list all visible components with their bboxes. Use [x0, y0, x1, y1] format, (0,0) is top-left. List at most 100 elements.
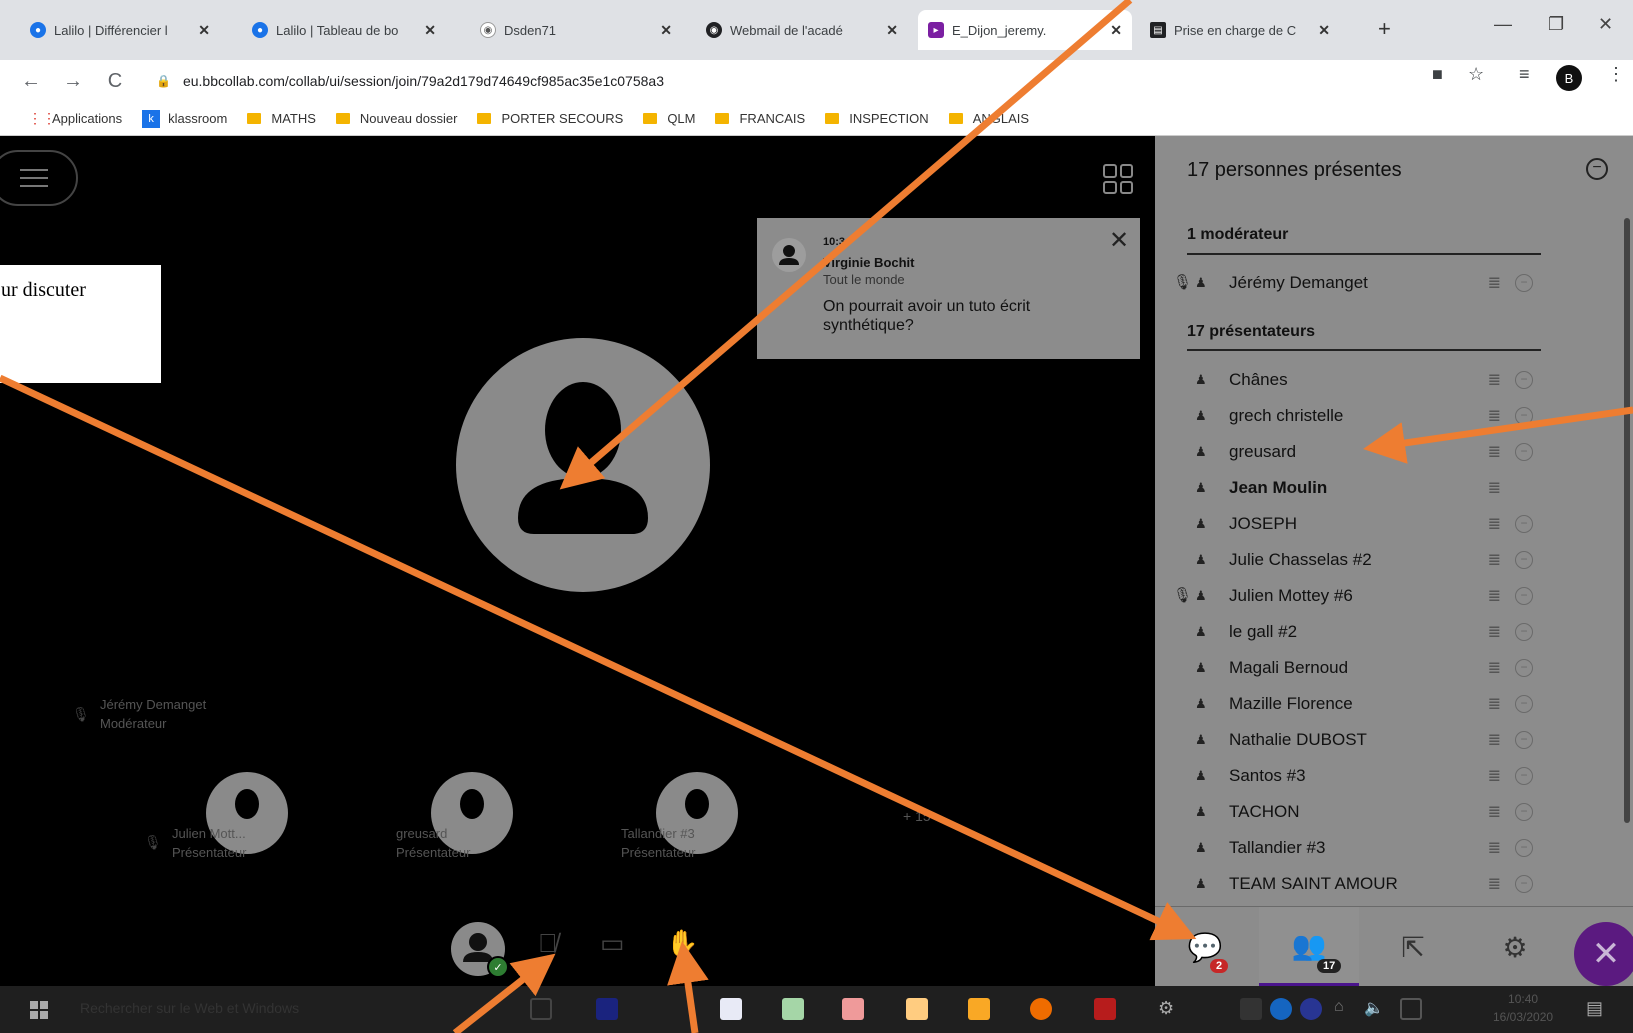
participant-options-icon[interactable]: ≣ [1488, 478, 1501, 498]
participant-options-icon[interactable]: ≣ [1488, 514, 1501, 534]
remove-participant-icon[interactable]: − [1515, 695, 1533, 713]
forward-icon[interactable]: → [62, 70, 84, 93]
participant-row[interactable]: ♟ Jérémy Demanget ≣ − [1185, 267, 1543, 299]
participant-row[interactable]: ♟ Magali Bernoud ≣ − [1185, 652, 1543, 684]
word-document-icon[interactable] [720, 998, 742, 1020]
close-panel-button[interactable]: ✕ [1574, 922, 1633, 986]
bookmark-folder-qlm[interactable]: QLM [643, 111, 695, 126]
participant-options-icon[interactable]: ≣ [1488, 802, 1501, 822]
volume-icon[interactable]: 🔈 [1364, 998, 1386, 1020]
participant-options-icon[interactable]: ≣ [1488, 730, 1501, 750]
remove-participant-icon[interactable]: − [1515, 875, 1533, 893]
remove-participant-icon[interactable]: − [1515, 407, 1533, 425]
remove-participant-icon[interactable]: − [1515, 587, 1533, 605]
tab-share-content[interactable]: ⇱ [1363, 907, 1463, 987]
tray-icon[interactable] [1300, 998, 1322, 1020]
chrome-icon[interactable] [1030, 998, 1052, 1020]
chat-notification[interactable]: 10:3 Virginie Bochit Tout le monde On po… [757, 218, 1140, 359]
bookmark-folder-inspection[interactable]: INSPECTION [825, 111, 929, 126]
participant-row[interactable]: ♟ Chânes ≣ − [1185, 364, 1543, 396]
participant-options-icon[interactable]: ≣ [1488, 658, 1501, 678]
bookmark-folder-porter-secours[interactable]: PORTER SECOURS [477, 111, 623, 126]
session-menu-button[interactable] [0, 150, 78, 206]
close-icon[interactable]: ✕ [1110, 22, 1122, 39]
collapse-icon[interactable]: − [1586, 158, 1608, 180]
participant-row[interactable]: ♟ TACHON ≣ − [1185, 796, 1543, 828]
remove-participant-icon[interactable]: − [1515, 274, 1533, 292]
back-icon[interactable]: ← [20, 70, 42, 93]
browser-tab[interactable]: ▤ Prise en charge de C ✕ [1140, 10, 1340, 50]
participant-options-icon[interactable]: ≣ [1488, 874, 1501, 894]
window-close-icon[interactable]: ✕ [1598, 14, 1613, 35]
participant-row[interactable]: ♟ grech christelle ≣ − [1185, 400, 1543, 432]
close-icon[interactable]: ✕ [1109, 226, 1129, 255]
file-explorer-icon[interactable] [968, 998, 990, 1020]
profile-avatar[interactable]: B [1556, 65, 1582, 91]
participant-row[interactable]: ♟ TEAM SAINT AMOUR ≣ − [1185, 868, 1543, 900]
bookmark-klassroom[interactable]: k klassroom [142, 109, 227, 128]
participant-row[interactable]: ♟ Julie Chasselas #2 ≣ − [1185, 544, 1543, 576]
participant-options-icon[interactable]: ≣ [1488, 442, 1501, 462]
grid-view-icon[interactable] [1103, 164, 1133, 194]
bookmark-folder-nouveau-dossier[interactable]: Nouveau dossier [335, 111, 457, 126]
new-tab-icon[interactable]: + [1378, 16, 1391, 42]
participant-options-icon[interactable]: ≣ [1488, 586, 1501, 606]
remove-participant-icon[interactable]: − [1515, 515, 1533, 533]
close-icon[interactable]: ✕ [1318, 22, 1330, 39]
bookmark-applications[interactable]: ⋮⋮ Applications [28, 111, 122, 127]
remove-participant-icon[interactable]: − [1515, 551, 1533, 569]
reload-icon[interactable]: C [104, 70, 126, 93]
url-field[interactable]: 🔒 eu.bbcollab.com/collab/ui/session/join… [156, 66, 1386, 96]
task-view-icon[interactable] [530, 998, 552, 1020]
bookmark-folder-maths[interactable]: MATHS [247, 111, 316, 126]
tab-participants[interactable]: 👥 17 [1259, 907, 1359, 987]
participant-row[interactable]: ♟ Mazille Florence ≣ − [1185, 688, 1543, 720]
tab-chat[interactable]: 💬 2 [1155, 907, 1255, 987]
participant-options-icon[interactable]: ≣ [1488, 694, 1501, 714]
network-icon[interactable]: ⌂ [1334, 998, 1356, 1020]
remove-participant-icon[interactable]: − [1515, 443, 1533, 461]
remove-participant-icon[interactable]: − [1515, 371, 1533, 389]
panel-scrollbar[interactable] [1624, 218, 1630, 823]
media-queue-icon[interactable]: ≡ [1519, 64, 1530, 85]
remove-participant-icon[interactable]: − [1515, 659, 1533, 677]
participant-row[interactable]: ♟ le gall #2 ≣ − [1185, 616, 1543, 648]
browser-tab[interactable]: ● Lalilo | Différencier l ✕ [20, 10, 220, 50]
participant-options-icon[interactable]: ≣ [1488, 622, 1501, 642]
tray-icon[interactable] [1240, 998, 1262, 1020]
system-clock[interactable]: 10:40 16/03/2020 [1493, 990, 1553, 1026]
app-icon[interactable] [906, 998, 928, 1020]
close-icon[interactable]: ✕ [424, 22, 436, 39]
app-icon[interactable] [596, 998, 618, 1020]
more-participants-count[interactable]: + 15 [903, 808, 931, 824]
raise-hand-icon[interactable]: ✋ [666, 928, 698, 959]
participant-options-icon[interactable]: ≣ [1488, 370, 1501, 390]
restore-icon[interactable]: ❐ [1548, 14, 1564, 35]
keyboard-icon[interactable] [1400, 998, 1422, 1020]
participant-options-icon[interactable]: ≣ [1488, 406, 1501, 426]
participant-row[interactable]: ♟ Tallandier #3 ≣ − [1185, 832, 1543, 864]
remove-participant-icon[interactable]: − [1515, 803, 1533, 821]
tab-settings[interactable]: ⚙ [1465, 907, 1565, 987]
taskbar-search[interactable]: Rechercher sur le Web et Windows [80, 1000, 299, 1016]
app-icon[interactable] [1094, 998, 1116, 1020]
microphone-off-icon[interactable]: 🎙̸ [538, 928, 558, 959]
participant-options-icon[interactable]: ≣ [1488, 838, 1501, 858]
camera-off-icon[interactable]: ▭ [600, 928, 625, 959]
browser-tab[interactable]: ● Lalilo | Tableau de bo ✕ [242, 10, 446, 50]
participant-row[interactable]: ♟ Santos #3 ≣ − [1185, 760, 1543, 792]
my-status-avatar[interactable]: ✓ [451, 922, 509, 978]
camera-icon[interactable]: ■ [1432, 64, 1443, 85]
remove-participant-icon[interactable]: − [1515, 767, 1533, 785]
bookmark-star-icon[interactable]: ☆ [1468, 64, 1484, 85]
notifications-icon[interactable]: ▤ [1586, 998, 1608, 1020]
participant-options-icon[interactable]: ≣ [1488, 550, 1501, 570]
participant-row[interactable]: ♟ greusard ≣ − [1185, 436, 1543, 468]
participant-row[interactable]: ♟ JOSEPH ≣ − [1185, 508, 1543, 540]
close-icon[interactable]: ✕ [198, 22, 210, 39]
tray-icon[interactable] [1270, 998, 1292, 1020]
browser-tab-active[interactable]: ▸ E_Dijon_jeremy. ✕ [918, 10, 1132, 50]
browser-tab[interactable]: ◉ Dsden71 ✕ [470, 10, 682, 50]
windows-start-icon[interactable] [30, 1001, 48, 1019]
remove-participant-icon[interactable]: − [1515, 731, 1533, 749]
